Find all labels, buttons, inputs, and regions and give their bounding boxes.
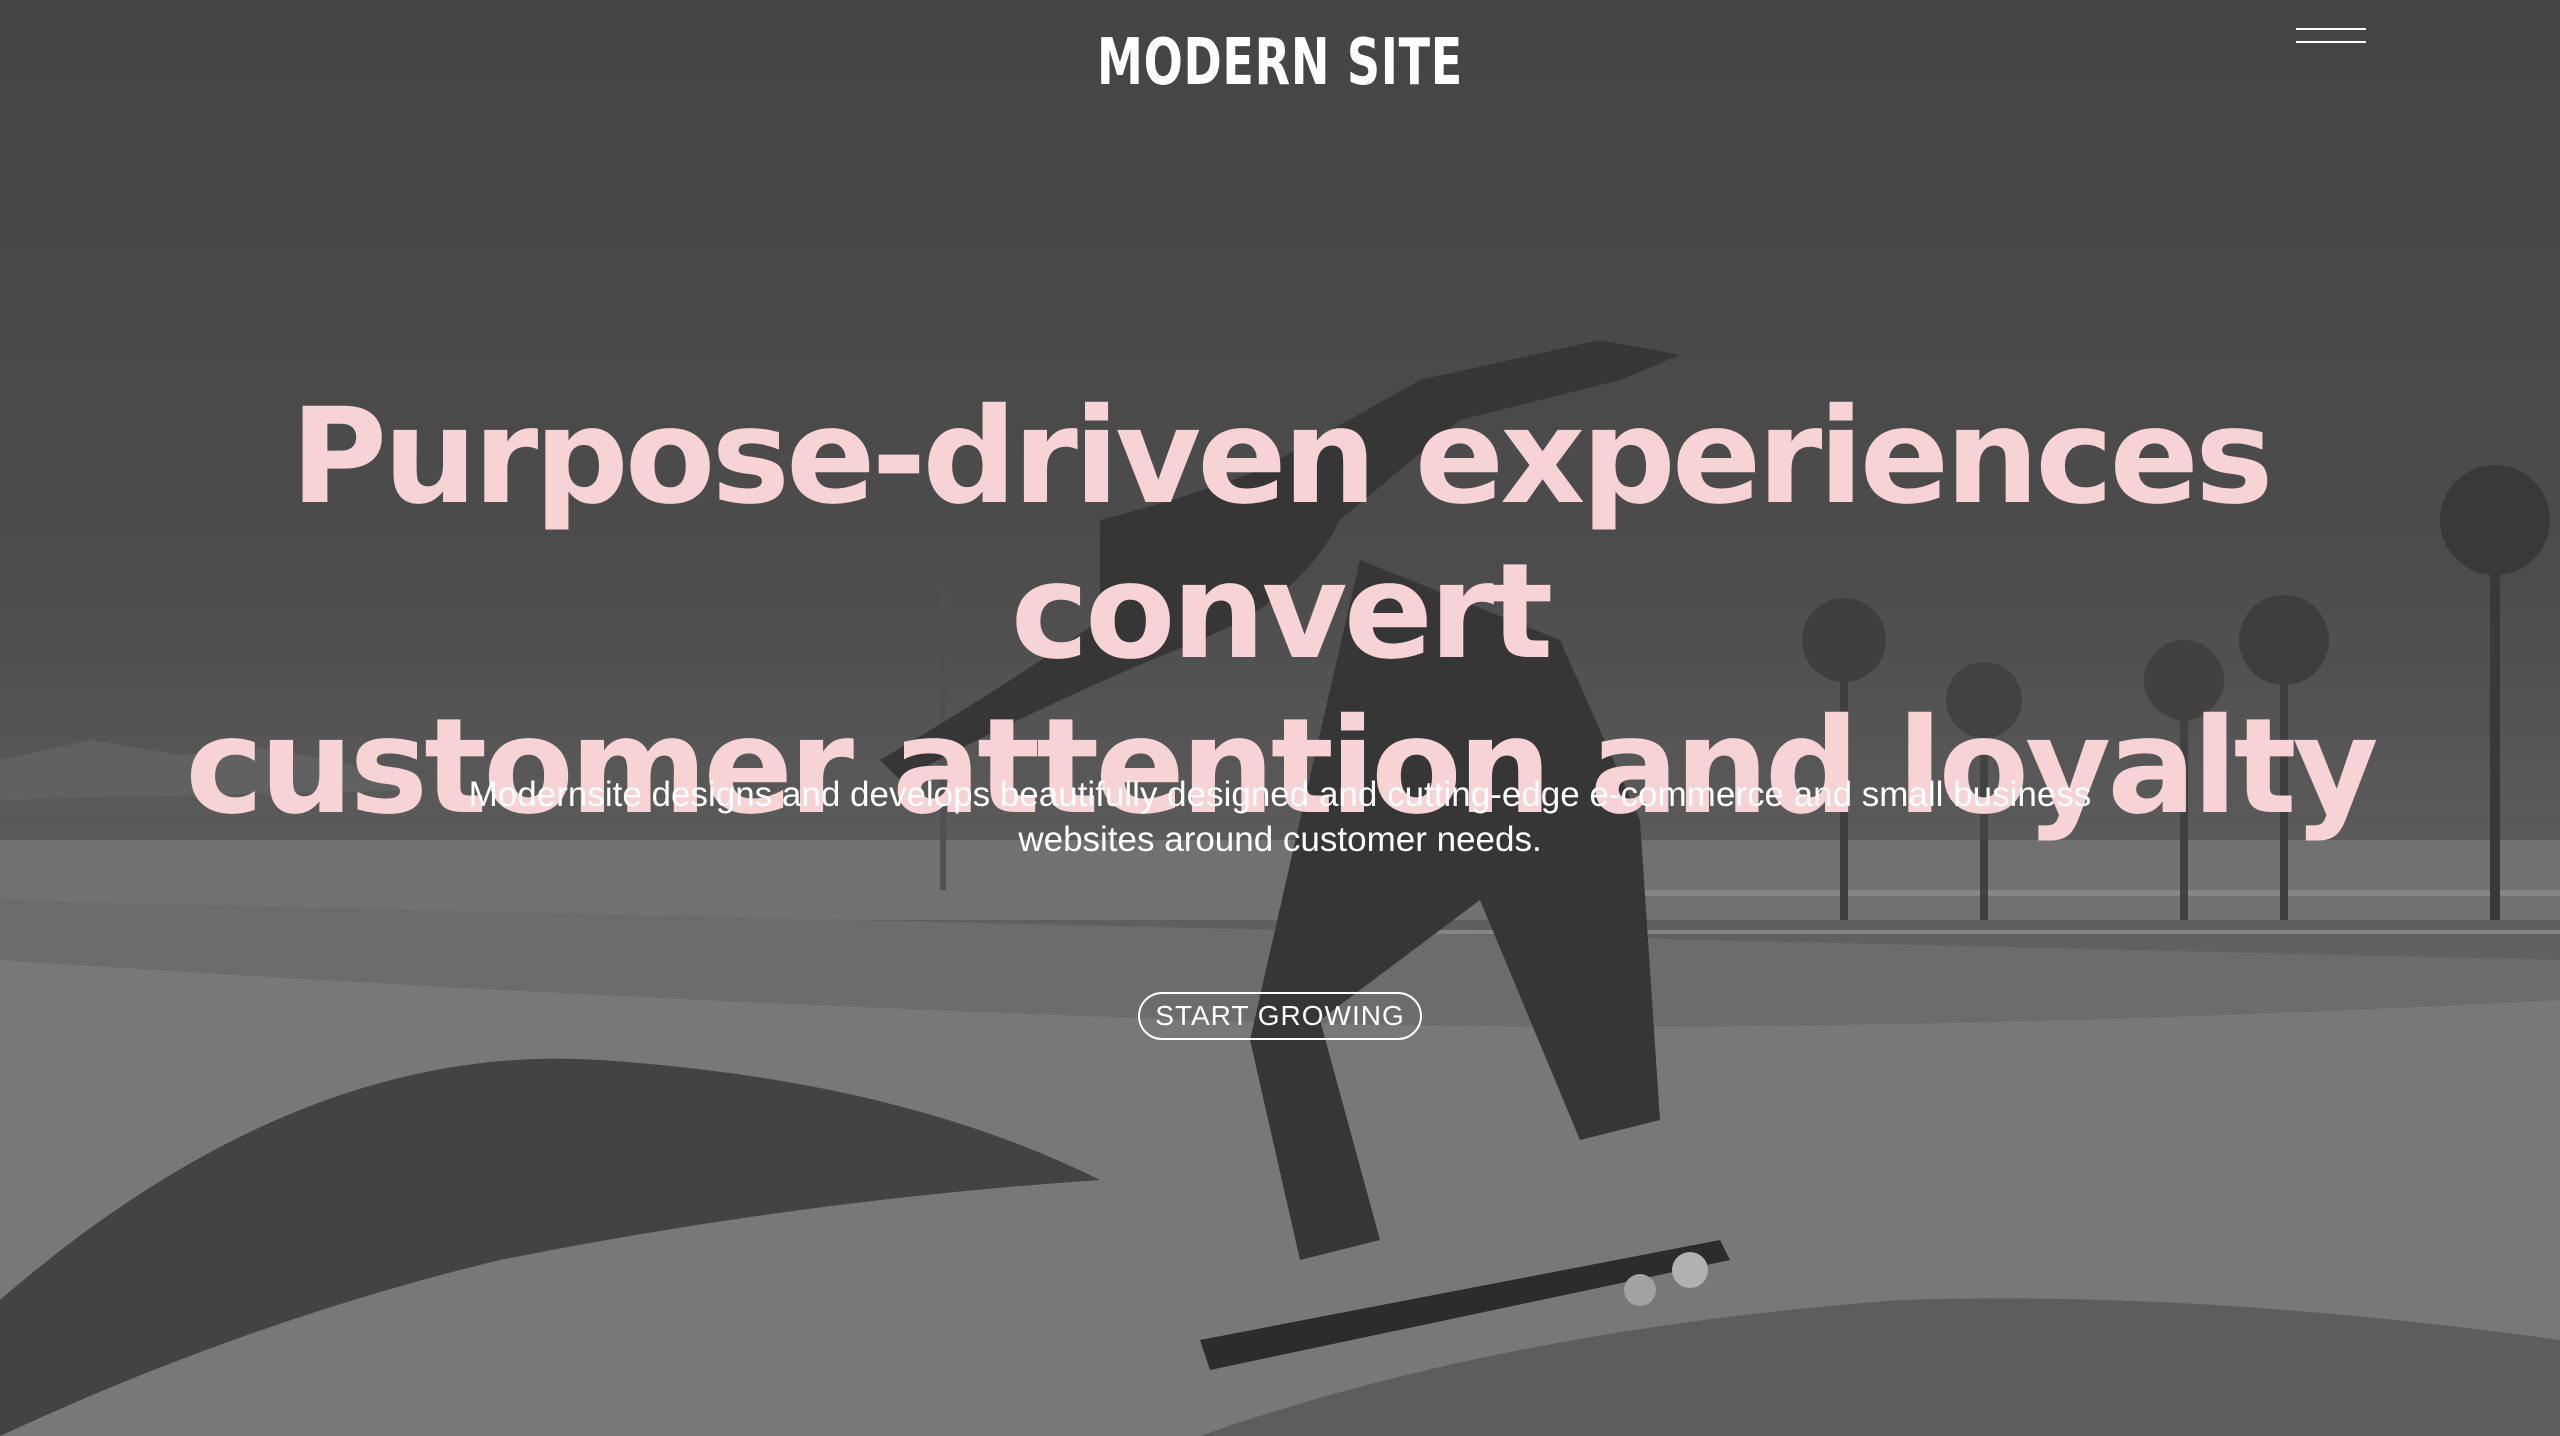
- hero-subtext: Modernsite designs and develops beautifu…: [380, 772, 2180, 862]
- start-growing-button[interactable]: START GROWING: [1138, 992, 1422, 1040]
- hero-subtext-line-2: websites around customer needs.: [1018, 820, 1542, 859]
- hamburger-menu-icon[interactable]: [2296, 24, 2372, 48]
- hero-section: MODERN SITE Purpose-driven experiences c…: [0, 0, 2560, 1436]
- hero-headline-line-1: Purpose-driven experiences convert: [290, 380, 2273, 689]
- site-logo[interactable]: MODERN SITE: [358, 26, 2201, 100]
- hero-subtext-line-1: Modernsite designs and develops beautifu…: [468, 775, 2092, 814]
- menu-line-top: [2296, 28, 2366, 30]
- menu-line-bottom: [2296, 41, 2366, 43]
